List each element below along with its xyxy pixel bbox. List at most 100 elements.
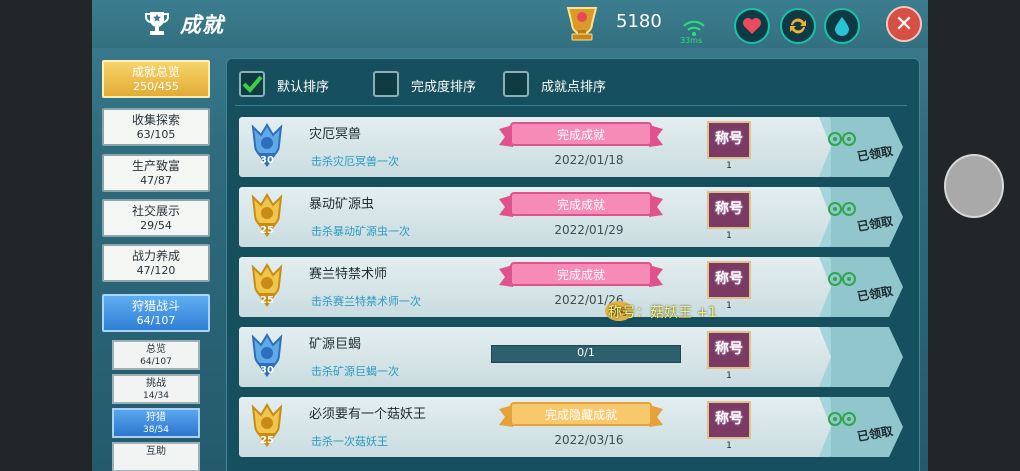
sidebar-item[interactable]: 战力养成 47/120	[102, 244, 210, 282]
claimed-icon	[828, 272, 856, 286]
sort-label[interactable]: 成就点排序	[541, 76, 606, 95]
sidebar-item-label: 社交展示	[131, 204, 180, 218]
sidebar-item[interactable]: 收集探索 63/105	[102, 108, 210, 146]
achievement-badge: 25	[239, 257, 299, 317]
achievement-name: 必须要有一个菇妖王	[309, 407, 427, 422]
checkmark-icon	[242, 75, 263, 93]
achievement-name: 暴动矿源虫	[309, 197, 375, 212]
status-label: 完成成就	[556, 198, 605, 212]
health-button[interactable]	[734, 8, 770, 44]
close-icon: ✕	[894, 11, 914, 37]
reward-count: 1	[726, 441, 732, 451]
page-title: 成就	[180, 13, 224, 37]
reward-label: 称号	[715, 131, 743, 147]
sidebar-item-label: 成就总览	[131, 65, 180, 79]
sidebar-item[interactable]: 狩猎战斗 64/107	[102, 294, 210, 332]
subtab-count: 64/107	[140, 357, 172, 367]
badge-points: 30	[260, 365, 274, 376]
sort-checkbox[interactable]	[503, 71, 529, 97]
status-label: 完成成就	[556, 268, 605, 282]
achievement-desc: 击杀灾厄冥兽一次	[311, 155, 399, 168]
achievement-badge: 25	[239, 187, 299, 247]
wifi-icon	[683, 20, 705, 36]
reward-label: 称号	[715, 341, 743, 357]
subtab-item[interactable]: 挑战 14/34	[112, 374, 200, 404]
sort-label[interactable]: 完成度排序	[411, 76, 476, 95]
achievement-badge: 25	[239, 397, 299, 457]
achievement-row[interactable]: 30 矿源巨蝎 击杀矿源巨蝎一次 0/1 称号 1	[239, 327, 831, 387]
refresh-arrows-icon	[790, 18, 806, 34]
subtab-item[interactable]: 互助	[112, 442, 200, 471]
claim-tab[interactable]	[819, 327, 903, 387]
claimed-stamp-icon	[827, 271, 857, 287]
trophy-icon	[145, 12, 169, 35]
achievement-desc: 击杀赛兰特禁术师一次	[311, 295, 421, 308]
sidebar-item[interactable]: 成就总览 250/455	[102, 60, 210, 98]
progress-text: 0/1	[577, 346, 595, 359]
achievement-name: 矿源巨蝎	[309, 337, 362, 352]
reward-count: 1	[726, 231, 732, 241]
subtab-label: 挑战	[146, 378, 166, 389]
achievement-desc: 击杀矿源巨蝎一次	[311, 365, 399, 378]
claimed-stamp-icon	[827, 131, 857, 147]
exchange-button[interactable]	[780, 8, 816, 44]
claimed-icon	[828, 412, 856, 426]
sort-label[interactable]: 默认排序	[277, 76, 329, 95]
achievement-panel: 默认排序 完成度排序 成就点排序 30 灾厄冥兽 击杀灾厄冥兽一次 完成成就 2022/01…	[226, 58, 920, 471]
sidebar-item-count: 250/455	[133, 80, 179, 93]
subtab-item[interactable]: 狩猎 38/54	[112, 408, 200, 438]
subtab-count: 38/54	[143, 425, 169, 435]
achievement-row[interactable]: 25 赛兰特禁术师 击杀赛兰特禁术师一次 完成成就 2022/01/26 称号 1	[239, 257, 831, 317]
reward-label: 称号	[715, 411, 743, 427]
subtab-label: 互助	[146, 446, 166, 457]
claimed-icon	[828, 202, 856, 216]
water-drop-icon	[835, 17, 849, 36]
game-screen: 成就 5180 33ms ✕ 成就总览 250/455 收集探索 63/105 …	[92, 0, 928, 471]
status-label: 完成隐藏成就	[544, 408, 617, 422]
completion-date: 2022/01/29	[554, 223, 624, 237]
sidebar-item-count: 64/107	[136, 314, 176, 327]
subtab-count: 14/34	[143, 391, 169, 401]
sidebar-item-label: 收集探索	[131, 113, 180, 127]
claimed-icon	[828, 132, 856, 146]
reward-notice: 称号：菇妖王 +1	[608, 305, 718, 321]
completion-date: 2022/01/18	[554, 153, 624, 167]
subtab-item[interactable]: 总览 64/107	[112, 340, 200, 370]
subtab-label: 总览	[146, 344, 166, 355]
achievement-cup-icon	[566, 7, 598, 41]
heart-icon	[743, 18, 761, 34]
achievement-desc: 击杀一次菇妖王	[311, 435, 388, 448]
badge-points: 30	[260, 155, 274, 166]
achievement-name: 赛兰特禁术师	[309, 267, 388, 282]
sort-checkbox[interactable]	[373, 71, 399, 97]
header: 成就 5180 33ms ✕	[92, 0, 928, 48]
ping-text: 33ms	[680, 36, 703, 45]
reward-count: 1	[726, 161, 732, 171]
achievement-points: 5180	[616, 11, 662, 32]
badge-points: 25	[260, 435, 274, 446]
sidebar-item[interactable]: 生产致富 47/87	[102, 154, 210, 192]
sidebar-item-label: 狩猎战斗	[131, 299, 180, 313]
claimed-stamp-icon	[827, 201, 857, 217]
achievement-name: 灾厄冥兽	[309, 127, 362, 142]
sidebar-item-label: 战力养成	[131, 249, 180, 263]
achievement-row[interactable]: 25 必须要有一个菇妖王 击杀一次菇妖王 完成隐藏成就 2022/03/16 称号 1	[239, 397, 831, 457]
close-button[interactable]: ✕	[886, 6, 922, 42]
sort-checkbox[interactable]	[239, 71, 265, 97]
reward-label: 称号	[715, 271, 743, 287]
badge-points: 25	[260, 295, 274, 306]
sidebar-item-count: 47/120	[136, 264, 176, 277]
achievement-badge: 30	[239, 327, 299, 387]
achievement-row[interactable]: 25 暴动矿源虫 击杀暴动矿源虫一次 完成成就 2022/01/29 称号 1	[239, 187, 831, 247]
achievement-desc: 击杀暴动矿源虫一次	[311, 225, 410, 238]
sidebar-item-count: 29/54	[140, 219, 172, 232]
water-button[interactable]	[824, 8, 860, 44]
sidebar-item-count: 47/87	[140, 174, 172, 187]
sidebar-item[interactable]: 社交展示 29/54	[102, 199, 210, 237]
status-label: 完成成就	[556, 128, 605, 142]
claimed-stamp-icon	[827, 411, 857, 427]
divider	[235, 105, 907, 106]
floating-assist-ball[interactable]	[944, 154, 1004, 218]
completion-date: 2022/03/16	[554, 433, 624, 447]
achievement-row[interactable]: 30 灾厄冥兽击杀灾厄冥兽一次 完成成就 2022/01/18 称号 1	[239, 117, 831, 177]
